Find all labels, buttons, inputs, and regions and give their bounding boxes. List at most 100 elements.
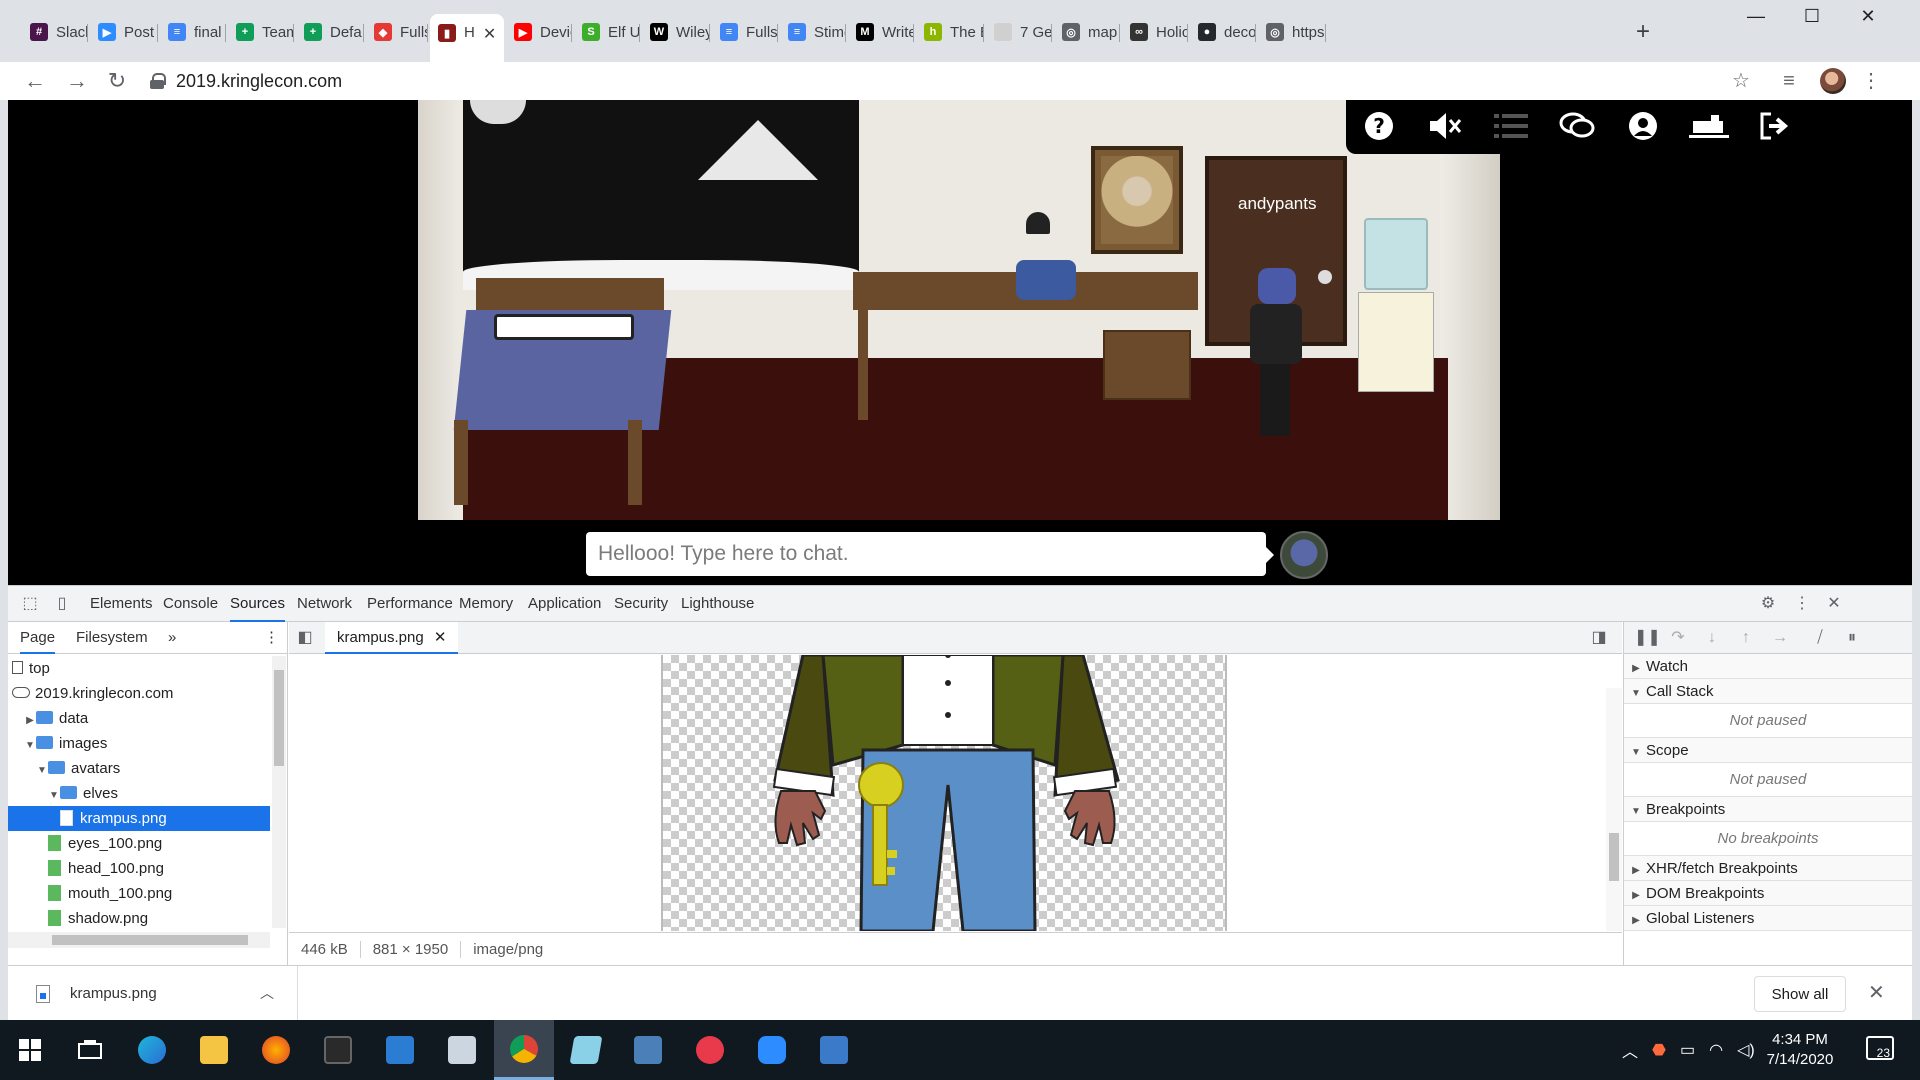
forward-button[interactable]: → (62, 66, 92, 96)
devtools-tab-console[interactable]: Console (163, 586, 218, 622)
browser-tab[interactable]: ▶ Post (90, 14, 158, 50)
browser-tab[interactable]: ● deco (1190, 14, 1256, 50)
tree-item[interactable]: ▼ elves (8, 781, 270, 806)
task-view-button[interactable] (60, 1020, 120, 1080)
close-devtools-icon[interactable]: ✕ (1824, 594, 1844, 614)
device-toolbar-icon[interactable]: ▯ (52, 594, 72, 614)
step-icon[interactable]: → (1770, 628, 1790, 648)
devtools-tab-application[interactable]: Application (528, 586, 601, 622)
debugger-section[interactable]: ▶ Watch (1624, 654, 1912, 679)
mail-taskbar-icon[interactable] (370, 1020, 430, 1080)
browser-tab[interactable]: ◎ map (1054, 14, 1120, 50)
navigator-tab-filesystem[interactable]: Filesystem (76, 622, 148, 654)
close-download-bar-icon[interactable]: ✕ (1868, 980, 1885, 1005)
taskbar-clock[interactable]: 4:34 PM 7/14/2020 (1750, 1030, 1850, 1070)
pause-icon[interactable]: ❚❚ (1634, 628, 1661, 648)
screen-recorder-taskbar-icon[interactable] (680, 1020, 740, 1080)
toggle-navigator-icon[interactable]: ◧ (295, 628, 315, 648)
step-into-icon[interactable]: ↓ (1702, 628, 1722, 648)
browser-tab[interactable]: # Slack (22, 14, 88, 50)
editor-vertical-scrollbar[interactable] (1606, 688, 1622, 931)
file-explorer-taskbar-icon[interactable] (184, 1020, 244, 1080)
devtools-tab-elements[interactable]: Elements (90, 586, 153, 622)
browser-tab[interactable]: M Write (848, 14, 914, 50)
chat-input[interactable] (586, 532, 1266, 576)
reload-button[interactable]: ↻ (102, 66, 132, 96)
browser-tab[interactable]: + Defa (296, 14, 364, 50)
new-tab-button[interactable]: + (1636, 18, 1650, 46)
browser-tab[interactable]: ▶ Devic (506, 14, 572, 50)
chat-avatar[interactable] (1280, 531, 1328, 579)
devtools-tab-memory[interactable]: Memory (459, 586, 513, 622)
minimize-button[interactable]: — (1728, 6, 1784, 34)
tree-vertical-scrollbar[interactable] (272, 656, 286, 928)
train-icon[interactable] (1686, 106, 1732, 146)
tree-item[interactable]: ▼ images (8, 731, 270, 756)
devtools-tab-lighthouse[interactable]: Lighthouse (681, 586, 754, 622)
navigator-menu-icon[interactable]: ⋮ (264, 622, 279, 654)
tree-item[interactable]: mouth_100.png (8, 881, 270, 906)
deactivate-breakpoints-icon[interactable]: ⧸ (1810, 628, 1830, 648)
tree-horizontal-scrollbar[interactable] (8, 932, 270, 948)
browser-tab[interactable]: W Wiley (642, 14, 710, 50)
notes-taskbar-icon[interactable] (556, 1020, 616, 1080)
settings-gear-icon[interactable]: ⚙ (1758, 594, 1778, 614)
tree-item[interactable]: ▼ avatars (8, 756, 270, 781)
notepad-taskbar-icon[interactable] (432, 1020, 492, 1080)
game-viewport[interactable]: andypants ? (8, 100, 1912, 585)
tree-item[interactable]: krampus.png (8, 806, 270, 831)
close-tab-icon[interactable]: ✕ (483, 24, 496, 44)
browser-tab[interactable]: h The E (916, 14, 984, 50)
logout-icon[interactable] (1752, 106, 1798, 146)
tree-item[interactable]: ▶ data (8, 706, 270, 731)
triangle-right-icon[interactable]: ▶ (24, 708, 36, 733)
browser-tab[interactable]: 7 Get (986, 14, 1052, 50)
firefox-taskbar-icon[interactable] (246, 1020, 306, 1080)
browser-tab[interactable]: + Team (228, 14, 294, 50)
show-all-button[interactable]: Show all (1754, 976, 1846, 1012)
battery-icon[interactable]: ▭ (1680, 1040, 1695, 1060)
debugger-section[interactable]: ▶ Global Listeners (1624, 906, 1912, 931)
triangle-down-icon[interactable]: ▼ (24, 733, 36, 758)
browser-tab[interactable]: ◆ Fullst (366, 14, 428, 50)
cube-app-taskbar-icon[interactable] (618, 1020, 678, 1080)
browser-tab[interactable]: ≡ Fullst (712, 14, 778, 50)
navigator-tab-page[interactable]: Page (20, 622, 56, 654)
inspect-element-icon[interactable]: ⬚ (20, 594, 40, 614)
game-app-taskbar-icon[interactable] (308, 1020, 368, 1080)
more-tabs-chevron-icon[interactable]: » (168, 622, 176, 654)
devtools-tab-security[interactable]: Security (614, 586, 668, 622)
debugger-section[interactable]: ▶ XHR/fetch Breakpoints (1624, 856, 1912, 881)
action-center-icon[interactable]: 23 (1866, 1036, 1894, 1060)
tree-item[interactable]: 2019.kringlecon.com (8, 681, 270, 706)
maximize-button[interactable]: ☐ (1784, 6, 1840, 34)
editor-tab-krampus[interactable]: krampus.png ✕ (325, 622, 459, 654)
crate-machine[interactable] (1016, 260, 1076, 300)
close-window-button[interactable]: ✕ (1840, 6, 1896, 34)
help-icon[interactable]: ? (1356, 106, 1402, 146)
wifi-icon[interactable]: ◠ (1709, 1040, 1723, 1060)
profile-icon[interactable] (1620, 106, 1666, 146)
player-avatar[interactable] (1248, 268, 1304, 443)
download-item[interactable]: krampus.png ︿ (8, 966, 298, 1021)
triangle-down-icon[interactable]: ▼ (36, 758, 48, 783)
browser-menu-icon[interactable]: ⋮ (1858, 68, 1884, 94)
chevron-up-icon[interactable]: ︿ (260, 983, 274, 1003)
tree-item[interactable]: top (8, 656, 270, 681)
address-bar[interactable]: 2019.kringlecon.com (150, 64, 1770, 98)
browser-tab[interactable]: ▮ H ✕ (430, 14, 504, 62)
close-tab-icon[interactable]: ✕ (434, 629, 447, 646)
tree-item[interactable]: head_100.png (8, 856, 270, 881)
pause-on-exceptions-icon[interactable]: ⏸ (1842, 628, 1862, 648)
mute-icon[interactable] (1422, 106, 1468, 146)
media-control-icon[interactable]: ≡ (1776, 68, 1802, 94)
browser-tab[interactable]: ≡ final (160, 14, 226, 50)
browser-tab[interactable]: ◎ https (1258, 14, 1326, 50)
browser-tab[interactable]: S Elf Ur (574, 14, 640, 50)
devtools-tab-sources[interactable]: Sources (230, 586, 286, 622)
tree-item[interactable]: eyes_100.png (8, 831, 270, 856)
show-hidden-icons-chevron-icon[interactable]: ︿ (1622, 1038, 1638, 1062)
devtools-menu-icon[interactable]: ⋮ (1792, 594, 1812, 614)
debugger-section[interactable]: ▼ Call Stack (1624, 679, 1912, 704)
tree-item[interactable]: shadow.png (8, 906, 270, 928)
